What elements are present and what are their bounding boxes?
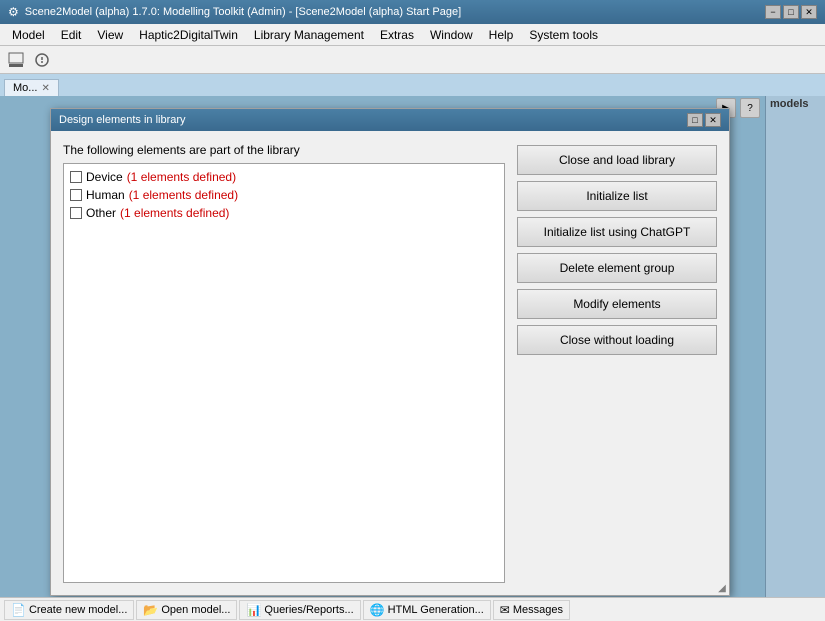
menu-model[interactable]: Model xyxy=(4,26,53,44)
list-item-human[interactable]: Human (1 elements defined) xyxy=(68,186,500,204)
window-controls: − □ ✕ xyxy=(765,5,817,19)
tab-bar: Mo... ✕ xyxy=(0,74,825,96)
create-model-icon: 📄 xyxy=(11,603,26,617)
window-close-btn[interactable]: ✕ xyxy=(801,5,817,19)
initialize-chatgpt-btn[interactable]: Initialize list using ChatGPT xyxy=(517,217,717,247)
toolbar xyxy=(0,46,825,74)
window-title: Scene2Model (alpha) 1.7.0: Modelling Too… xyxy=(25,6,461,18)
status-bar: 📄 Create new model... 📂 Open model... 📊 … xyxy=(0,597,825,621)
menu-view[interactable]: View xyxy=(89,26,131,44)
device-count: (1 elements defined) xyxy=(127,170,236,184)
checkbox-other[interactable] xyxy=(70,207,82,219)
menu-systemtools[interactable]: System tools xyxy=(521,26,606,44)
app-icon: ⚙ xyxy=(8,5,19,19)
initialize-list-btn[interactable]: Initialize list xyxy=(517,181,717,211)
toolbar-btn-2[interactable] xyxy=(30,49,54,71)
menu-help[interactable]: Help xyxy=(481,26,522,44)
dialog-title: Design elements in library xyxy=(59,114,186,126)
messages-icon: ✉ xyxy=(500,603,510,617)
status-create-model-label: Create new model... xyxy=(29,604,127,616)
toolbar-btn-1[interactable] xyxy=(4,49,28,71)
menu-edit[interactable]: Edit xyxy=(53,26,90,44)
button-panel: Close and load library Initialize list I… xyxy=(517,143,717,583)
list-item-other[interactable]: Other (1 elements defined) xyxy=(68,204,500,222)
right-models-panel: models xyxy=(765,96,825,597)
list-item-device[interactable]: Device (1 elements defined) xyxy=(68,168,500,186)
status-html-gen-label: HTML Generation... xyxy=(388,604,484,616)
close-without-loading-btn[interactable]: Close without loading xyxy=(517,325,717,355)
models-panel-label: models xyxy=(766,96,825,112)
status-queries-label: Queries/Reports... xyxy=(264,604,353,616)
modify-elements-btn[interactable]: Modify elements xyxy=(517,289,717,319)
status-open-model-label: Open model... xyxy=(161,604,230,616)
menu-extras[interactable]: Extras xyxy=(372,26,422,44)
resize-handle[interactable]: ◢ xyxy=(716,582,728,594)
checkbox-human[interactable] xyxy=(70,189,82,201)
dialog-controls: □ ✕ xyxy=(687,113,721,127)
tab-main[interactable]: Mo... ✕ xyxy=(4,79,59,96)
menu-bar: Model Edit View Haptic2DigitalTwin Libra… xyxy=(0,24,825,46)
status-html-gen[interactable]: 🌐 HTML Generation... xyxy=(363,600,491,620)
status-open-model[interactable]: 📂 Open model... xyxy=(136,600,237,620)
menu-library[interactable]: Library Management xyxy=(246,26,372,44)
list-panel: The following elements are part of the l… xyxy=(63,143,505,583)
other-label: Other xyxy=(86,206,116,220)
checkbox-device[interactable] xyxy=(70,171,82,183)
other-count: (1 elements defined) xyxy=(120,206,229,220)
dialog-close-btn[interactable]: ✕ xyxy=(705,113,721,127)
elements-listbox[interactable]: Device (1 elements defined) Human (1 ele… xyxy=(63,163,505,583)
menu-haptic[interactable]: Haptic2DigitalTwin xyxy=(131,26,246,44)
queries-icon: 📊 xyxy=(246,603,261,617)
window-minimize-btn[interactable]: − xyxy=(765,5,781,19)
dialog-maximize-btn[interactable]: □ xyxy=(687,113,703,127)
status-queries[interactable]: 📊 Queries/Reports... xyxy=(239,600,360,620)
status-create-model[interactable]: 📄 Create new model... xyxy=(4,600,134,620)
design-elements-dialog: Design elements in library □ ✕ The follo… xyxy=(50,108,730,596)
dialog-content: The following elements are part of the l… xyxy=(51,131,729,595)
window-maximize-btn[interactable]: □ xyxy=(783,5,799,19)
dialog-title-bar: Design elements in library □ ✕ xyxy=(51,109,729,131)
html-gen-icon: 🌐 xyxy=(370,603,385,617)
title-bar: ⚙ Scene2Model (alpha) 1.7.0: Modelling T… xyxy=(0,0,825,24)
close-and-load-btn[interactable]: Close and load library xyxy=(517,145,717,175)
main-content: models ▶ ? Design elements in library □ … xyxy=(0,96,825,597)
open-model-icon: 📂 xyxy=(143,603,158,617)
status-messages-label: Messages xyxy=(513,604,563,616)
list-label: The following elements are part of the l… xyxy=(63,143,505,157)
menu-window[interactable]: Window xyxy=(422,26,481,44)
device-label: Device xyxy=(86,170,123,184)
delete-element-group-btn[interactable]: Delete element group xyxy=(517,253,717,283)
help-btn[interactable]: ? xyxy=(740,98,760,118)
tab-label: Mo... xyxy=(13,82,37,94)
status-messages[interactable]: ✉ Messages xyxy=(493,600,570,620)
human-label: Human xyxy=(86,188,125,202)
human-count: (1 elements defined) xyxy=(129,188,238,202)
tab-close-btn[interactable]: ✕ xyxy=(41,83,49,94)
